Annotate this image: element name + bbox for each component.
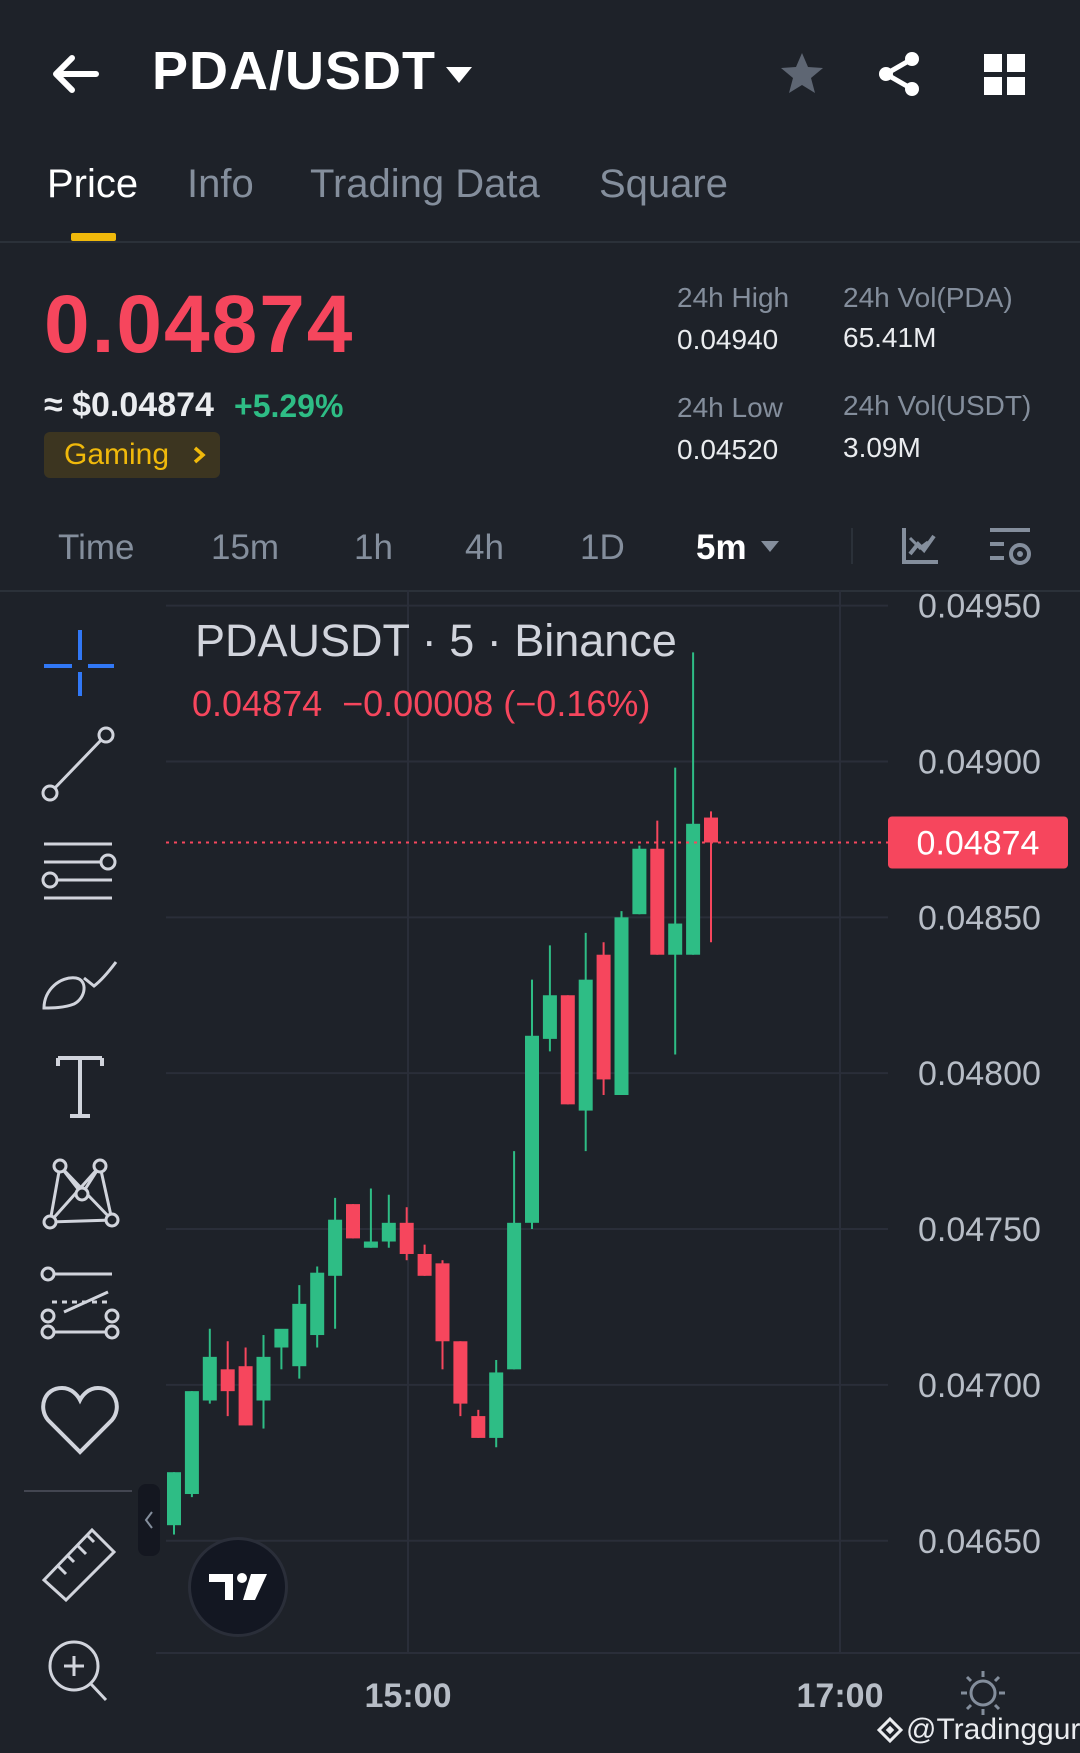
ruler-icon[interactable]	[36, 1522, 124, 1603]
tradingview-logo-icon[interactable]	[188, 1537, 288, 1637]
text-icon[interactable]	[36, 1048, 124, 1128]
y-tick-label: 0.04650	[918, 1523, 1041, 1561]
low-value: 0.04520	[677, 434, 779, 465]
heart-icon[interactable]	[36, 1378, 124, 1458]
collapse-icon[interactable]	[138, 1484, 160, 1556]
binance-logo-icon	[876, 1716, 904, 1744]
pattern-icon[interactable]	[36, 1154, 124, 1234]
y-tick-label: 0.04800	[918, 1055, 1041, 1093]
tab-price[interactable]: Price	[47, 162, 138, 207]
vol-base-value: 65.41M	[843, 322, 937, 353]
last-price: 0.04874	[44, 279, 355, 370]
chart-settings-icon[interactable]	[988, 524, 1034, 568]
interval-caret-icon[interactable]	[760, 540, 780, 554]
candle-body	[399, 1222, 414, 1254]
y-tick-label: 0.04950	[918, 590, 1041, 626]
crosshair-icon[interactable]	[36, 620, 124, 700]
last-price-label: 0.04874	[917, 825, 1040, 863]
candle-body	[256, 1356, 271, 1401]
candle-body	[328, 1219, 343, 1276]
candle-body	[381, 1222, 396, 1242]
candle-body	[471, 1416, 486, 1438]
y-tick-label: 0.04900	[918, 743, 1041, 781]
tabs-divider	[0, 241, 1080, 243]
candle-body	[650, 848, 665, 955]
candle-body	[274, 1328, 289, 1348]
x-tick-label: 17:00	[797, 1677, 884, 1715]
candle-body	[167, 1472, 181, 1526]
chart-value-legend: 0.04874 −0.00008 (−0.16%)	[192, 683, 651, 724]
candle-body	[417, 1253, 432, 1276]
indicator-icon[interactable]	[900, 526, 940, 566]
share-icon[interactable]	[876, 50, 924, 98]
y-tick-label: 0.04750	[918, 1211, 1041, 1249]
candle-body	[310, 1272, 325, 1336]
interval-selected[interactable]: 5m	[696, 528, 747, 568]
candle-body	[453, 1341, 468, 1404]
grid-icon[interactable]	[984, 54, 1026, 96]
candle-body	[363, 1241, 378, 1248]
sun-icon[interactable]	[958, 1668, 1008, 1718]
vol-quote-label: 24h Vol(USDT)	[843, 390, 1032, 421]
candle-body	[525, 1035, 539, 1223]
candle-body	[489, 1372, 504, 1438]
horizontal-lines-icon[interactable]	[36, 832, 124, 912]
active-tab-indicator	[71, 233, 116, 241]
category-tag-label: Gaming	[64, 438, 170, 471]
tab-square[interactable]: Square	[599, 162, 728, 207]
interval-1d[interactable]: 1D	[580, 528, 625, 568]
candle-body	[184, 1391, 199, 1495]
top-bar: PDA/USDT	[0, 0, 1080, 150]
candle-body	[238, 1366, 253, 1426]
drawing-toolbar	[0, 592, 156, 1753]
category-tag[interactable]: Gaming	[44, 432, 220, 478]
interval-time[interactable]: Time	[58, 528, 134, 568]
candle-body	[220, 1369, 235, 1392]
pair-title[interactable]: PDA/USDT	[152, 40, 436, 102]
candle-body	[542, 995, 557, 1039]
high-value: 0.04940	[677, 324, 779, 355]
interval-4h[interactable]: 4h	[465, 528, 504, 568]
chevron-right-icon	[193, 446, 206, 464]
chart-area[interactable]: 0.04950 0.04900 0.04850 0.04800 0.04750 0.047…	[0, 590, 1080, 1753]
zoom-in-icon[interactable]	[36, 1632, 124, 1712]
candle-body	[632, 848, 647, 915]
y-tick-label: 0.04700	[918, 1367, 1041, 1405]
interval-divider	[851, 528, 853, 564]
high-label: 24h High	[677, 282, 790, 313]
watermark: @Tradingguro	[906, 1713, 1080, 1746]
candle-body	[507, 1222, 522, 1370]
vol-quote-value: 3.09M	[843, 432, 921, 463]
candle-body	[614, 917, 629, 1096]
brush-icon[interactable]	[36, 940, 124, 1020]
candle-body	[578, 979, 593, 1111]
candle-body	[560, 995, 575, 1105]
fib-icon[interactable]	[36, 1264, 124, 1344]
vol-base-label: 24h Vol(PDA)	[843, 282, 1013, 313]
y-tick-label: 0.04850	[918, 899, 1041, 937]
interval-15m[interactable]: 15m	[211, 528, 279, 568]
change-percent: +5.29%	[234, 388, 344, 424]
candle-body	[435, 1263, 450, 1342]
back-arrow-icon[interactable]	[50, 52, 100, 96]
tab-info[interactable]: Info	[187, 162, 254, 207]
low-label: 24h Low	[677, 392, 783, 423]
interval-1h[interactable]: 1h	[354, 528, 393, 568]
x-tick-label: 15:00	[365, 1677, 452, 1715]
tab-trading-data[interactable]: Trading Data	[310, 162, 540, 207]
toolbar-separator	[24, 1490, 132, 1492]
candle-body	[202, 1356, 217, 1401]
candle-body	[292, 1303, 307, 1367]
candle-body	[596, 954, 611, 1080]
dropdown-caret-icon[interactable]	[444, 64, 474, 86]
chart-symbol-legend: PDAUSDT · 5 · Binance	[195, 615, 677, 666]
trend-line-icon[interactable]	[36, 725, 124, 805]
candlestick-chart[interactable]: 0.04950 0.04900 0.04850 0.04800 0.04750 0.047…	[0, 590, 1080, 1753]
star-icon[interactable]	[778, 50, 826, 98]
candle-body	[704, 817, 718, 843]
candle-body	[668, 923, 683, 955]
approx-usd-price: ≈ $0.04874	[44, 386, 214, 424]
candle-body	[346, 1204, 360, 1239]
